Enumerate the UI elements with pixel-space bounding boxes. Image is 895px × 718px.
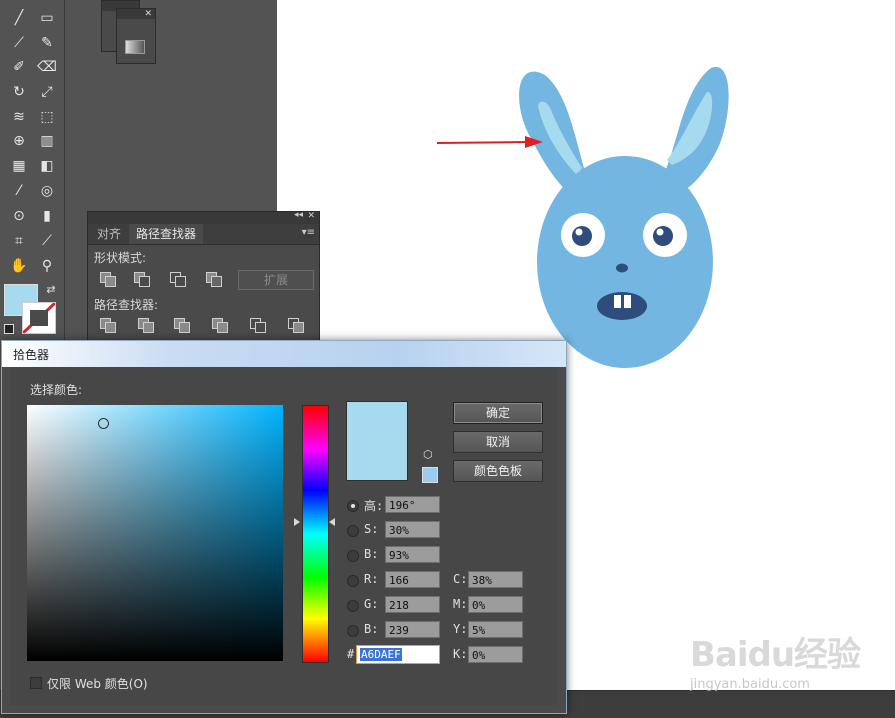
blue-field[interactable]: 239 [385,621,440,638]
black-field[interactable]: 0% [468,646,523,663]
hex-field[interactable]: A6DAEF [356,645,440,664]
magenta-field[interactable]: 0% [468,596,523,613]
web-safe-swatch[interactable] [422,467,438,483]
green-label: G: [364,597,379,611]
brush-icon[interactable]: ⟋ [8,33,30,53]
select-color-label: 选择颜色: [30,383,83,397]
shape-modes-label: 形状模式: [94,251,147,265]
hex-label: # [347,647,355,661]
brightness-field[interactable]: 93% [385,546,440,563]
color-selector-ring[interactable] [98,418,109,429]
saturation-brightness-field[interactable] [27,405,283,661]
hue-slider-left-handle[interactable] [294,518,300,526]
ok-button[interactable]: 确定 [453,402,543,424]
saturation-field[interactable]: 30% [385,521,440,538]
baidu-watermark: Baidu经验 [690,635,861,675]
cancel-button[interactable]: 取消 [453,431,543,453]
red-radio[interactable] [347,575,359,587]
crop-icon[interactable] [212,318,228,333]
blue-label: B: [364,622,379,636]
blend-icon[interactable]: ◎ [36,181,58,201]
pathfinders-label: 路径查找器: [94,298,159,312]
merge-icon[interactable] [174,318,190,333]
eraser-icon[interactable]: ⌫ [36,57,58,77]
line-icon[interactable]: ╱ [8,8,30,28]
tab-align[interactable]: 对齐 [90,224,128,244]
brightness-label: B: [364,547,379,561]
web-colors-only-checkbox[interactable] [30,677,42,689]
hue-radio[interactable] [347,500,359,512]
rotate-icon[interactable]: ↻ [8,82,30,102]
hand-icon[interactable]: ✋ [8,256,30,276]
eyedropper-icon[interactable]: ⁄ [8,181,30,201]
hue-field[interactable]: 196° [385,496,440,513]
divide-icon[interactable] [100,318,116,333]
hue-label: 高: [364,499,384,513]
gradient-icon[interactable]: ◧ [36,156,58,176]
red-label: R: [364,572,379,586]
close-icon[interactable]: ✕ [117,9,155,19]
minus-front-icon[interactable] [134,272,150,287]
unite-icon[interactable] [100,272,116,287]
black-label: K: [453,647,468,661]
dialog-titlebar[interactable]: 拾色器 [2,341,566,367]
warp-icon[interactable]: ≋ [8,107,30,127]
free-transform-icon[interactable]: ⬚ [36,107,58,127]
outline-icon[interactable] [250,318,266,333]
zoom-icon[interactable]: ⚲ [36,256,58,276]
close-icon[interactable]: ✕ [307,211,315,221]
trim-icon[interactable] [138,318,154,333]
blue-radio[interactable] [347,625,359,637]
rectangle-icon[interactable]: ▭ [36,8,58,28]
hue-slider[interactable] [302,405,329,663]
collapsed-panel-gradient[interactable]: ✕ [116,8,156,64]
blob-brush-icon[interactable]: ✐ [8,57,30,77]
hex-value: A6DAEF [360,648,402,661]
stroke-swatch[interactable] [22,302,56,334]
baidu-watermark-url: jingyan.baidu.com [690,677,810,692]
symbol-sprayer-icon[interactable]: ⊙ [8,206,30,226]
web-colors-only-label: 仅限 Web 颜色(O) [47,677,148,691]
intersect-icon[interactable] [170,272,186,287]
saturation-radio[interactable] [347,525,359,537]
brightness-radio[interactable] [347,550,359,562]
saturation-label: S: [364,522,379,536]
graph-icon[interactable]: ▥ [36,131,58,151]
red-field[interactable]: 166 [385,571,440,588]
gradient-icon [125,40,145,54]
panel-menu-icon[interactable]: ▾≡ [302,227,315,238]
green-field[interactable]: 218 [385,596,440,613]
mesh-icon[interactable]: ▦ [8,156,30,176]
pencil-icon[interactable]: ✎ [36,33,58,53]
color-swatches-button[interactable]: 颜色色板 [453,460,543,482]
yellow-field[interactable]: 5% [468,621,523,638]
yellow-label: Y: [453,622,468,636]
swap-arrows-icon[interactable]: ⇄ [40,280,62,300]
default-colors-icon[interactable] [4,324,14,334]
exclude-icon[interactable] [206,272,222,287]
dialog-title: 拾色器 [13,348,50,362]
hue-slider-right-handle[interactable] [329,518,335,526]
magenta-label: M: [453,597,468,611]
color-preview [346,401,408,481]
green-radio[interactable] [347,600,359,612]
scale-icon[interactable]: ⤢ [36,82,58,102]
tab-pathfinder[interactable]: 路径查找器 [129,224,204,244]
minus-back-icon[interactable] [288,318,304,333]
gamut-cube-icon[interactable]: ⬡ [423,449,435,461]
tools-panel: ╱ ▭ ⟋ ✎ ✐ ⌫ ↻ ⤢ ≋ ⬚ ⊕ ▥ ▦ ◧ ⁄ ◎ ⊙ ▮ ⌗ ⟋ … [0,0,65,345]
cyan-field[interactable]: 38% [468,571,523,588]
collapse-icon[interactable]: ◂◂ [294,210,303,220]
artboard-icon[interactable]: ⌗ [8,231,30,251]
column-graph-icon[interactable]: ▮ [36,206,58,226]
cyan-label: C: [453,572,468,586]
shape-builder-icon[interactable]: ⊕ [8,131,30,151]
slice-icon[interactable]: ⟋ [36,231,58,251]
expand-button[interactable]: 扩展 [238,270,314,290]
pathfinder-panel: ◂◂ ✕ 对齐 路径查找器 ▾≡ 形状模式: 扩展 路径查找器: [87,210,320,341]
